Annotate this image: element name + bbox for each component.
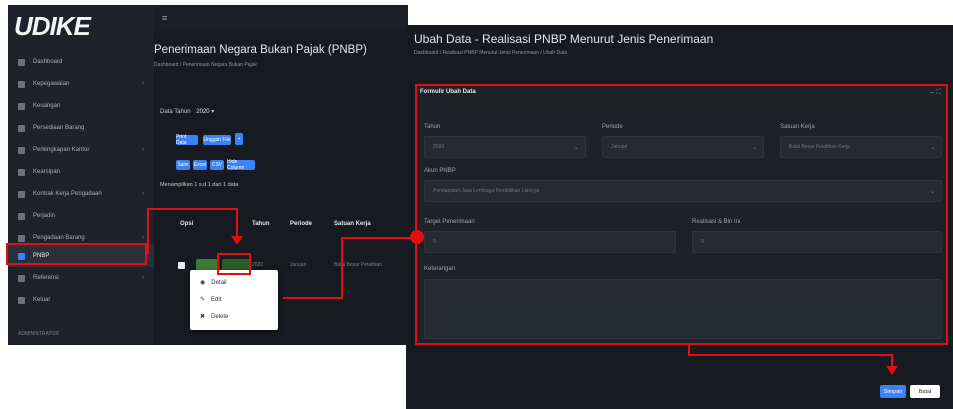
entries-info: Menampilkan 1 s.d 1 dari 1 data (160, 182, 239, 188)
highlight-options-button (217, 253, 251, 275)
menu-icon (18, 124, 25, 132)
arrow-down-icon (231, 236, 243, 245)
chevron-right-icon: › (142, 191, 144, 197)
menu-toggle-icon[interactable]: ≡ (162, 13, 167, 23)
highlight-pnbp-menu (6, 243, 147, 265)
caret-down-icon: ▾ (211, 109, 215, 115)
print-button[interactable]: Print Data (176, 134, 198, 146)
excel-button[interactable]: Excel (193, 160, 207, 170)
csv-button[interactable]: CSV (210, 160, 224, 170)
sidebar-item-perlengkapan-kantor[interactable]: Perlengkapan Kantor › (8, 139, 154, 161)
chevron-right-icon: › (142, 147, 144, 153)
year-filter-label: Data Tahun (160, 109, 191, 115)
sidebar-item-label: Referensi (33, 275, 59, 281)
year-filter-value: 2020 (196, 109, 210, 115)
context-menu: ◉ Detail ✎ Edit ✖ Delete (190, 270, 278, 330)
connector-line (341, 237, 419, 239)
sidebar-item-label: Pengadaan Barang (33, 235, 85, 241)
sidebar-item-label: Kearsipan (33, 169, 61, 175)
pencil-icon: ✎ (200, 297, 206, 303)
sidebar-item-label: Keluar (33, 297, 51, 303)
sidebar-item-dashboard[interactable]: Dashboard (8, 51, 154, 73)
row-checkbox[interactable] (178, 262, 185, 269)
topbar: ≡ (154, 5, 408, 31)
sidebar-item-keluar[interactable]: Keluar (8, 289, 154, 311)
sidebar-item-label: Keuangan (33, 103, 61, 109)
sidebar-item-perjadin[interactable]: Perjadin (8, 205, 154, 227)
sidebar-item-label: Kepegawaian (33, 81, 70, 87)
connector-line (688, 354, 893, 356)
cell-year: 2020 (252, 262, 264, 268)
sidebar-item-keuangan[interactable]: Keuangan (8, 95, 154, 117)
connector-line (147, 208, 149, 254)
menu-icon (18, 102, 25, 110)
sidebar-item-label: Perlengkapan Kantor (33, 147, 90, 153)
header-work-unit[interactable]: Satuan Kerja (334, 221, 371, 227)
save-button[interactable]: Simpan (880, 385, 906, 398)
sidebar-item-persediaan-barang[interactable]: Persediaan Barang (8, 117, 154, 139)
hide-column-button[interactable]: Hide Column (227, 159, 255, 171)
app-logo: UDIKE (14, 11, 91, 41)
cancel-button[interactable]: Batal (910, 385, 940, 398)
file-icon[interactable]: ▪ (235, 133, 243, 145)
eye-icon: ◉ (200, 280, 206, 286)
edit-page-title: Ubah Data - Realisasi PNBP Menurut Jenis… (414, 32, 714, 46)
year-filter[interactable]: Data Tahun 2020 ▾ (160, 108, 214, 115)
menu-icon (18, 296, 25, 304)
sidebar-item-label: Persediaan Barang (33, 125, 85, 131)
menu-item-detail[interactable]: ◉ Detail (200, 279, 227, 287)
cell-period: Januari (290, 262, 307, 268)
menu-item-edit[interactable]: ✎ Edit (200, 296, 221, 304)
arrow-down-icon (886, 366, 898, 375)
menu-item-delete[interactable]: ✖ Delete (200, 313, 228, 321)
sidebar-item-kontrak-kerja-pengadaan[interactable]: Kontrak Kerja Pengadaan › (8, 183, 154, 205)
connector-line (147, 208, 237, 210)
connector-line (341, 238, 343, 299)
menu-icon (18, 58, 25, 66)
menu-icon (18, 190, 25, 198)
menu-icon (18, 274, 25, 282)
sidebar-item-label: Dashboard (33, 59, 63, 65)
upload-button[interactable]: Unggah File (203, 135, 231, 145)
sidebar-item-kepegawaian[interactable]: Kepegawaian › (8, 73, 154, 95)
sidebar: UDIKE Dashboard Kepegawaian › Keuangan Perse… (8, 5, 154, 345)
menu-icon (18, 234, 25, 242)
header-options[interactable]: Opsi (180, 221, 193, 227)
menu-icon (18, 146, 25, 154)
sidebar-footer: ADMINISTRATOR (18, 331, 59, 337)
connector-line (283, 297, 343, 299)
sidebar-item-label: Kontrak Kerja Pengadaan (33, 191, 102, 197)
chevron-right-icon: › (142, 275, 144, 281)
chevron-right-icon: › (142, 235, 144, 241)
menu-icon (18, 80, 25, 88)
connector-line (236, 208, 238, 238)
edit-breadcrumb: Dashboard / Realisasi PNBP Menurut Jenis… (414, 50, 568, 56)
menu-icon (18, 168, 25, 176)
page-title: Penerimaan Negara Bukan Pajak (PNBP) (154, 44, 367, 56)
highlight-edit-form (415, 84, 948, 345)
header-year[interactable]: Tahun (252, 221, 270, 227)
menu-icon (18, 212, 25, 220)
breadcrumb: Dashboard / Penerimaan Negara Bukan Paja… (154, 62, 257, 68)
sidebar-item-label: Perjadin (33, 213, 56, 219)
sidebar-item-kearsipan[interactable]: Kearsipan (8, 161, 154, 183)
trash-icon: ✖ (200, 314, 206, 320)
header-period[interactable]: Periode (290, 221, 312, 227)
copy-button[interactable]: Salin (176, 160, 190, 170)
chevron-right-icon: › (142, 81, 144, 87)
sidebar-item-referensi[interactable]: Referensi › (8, 267, 154, 289)
